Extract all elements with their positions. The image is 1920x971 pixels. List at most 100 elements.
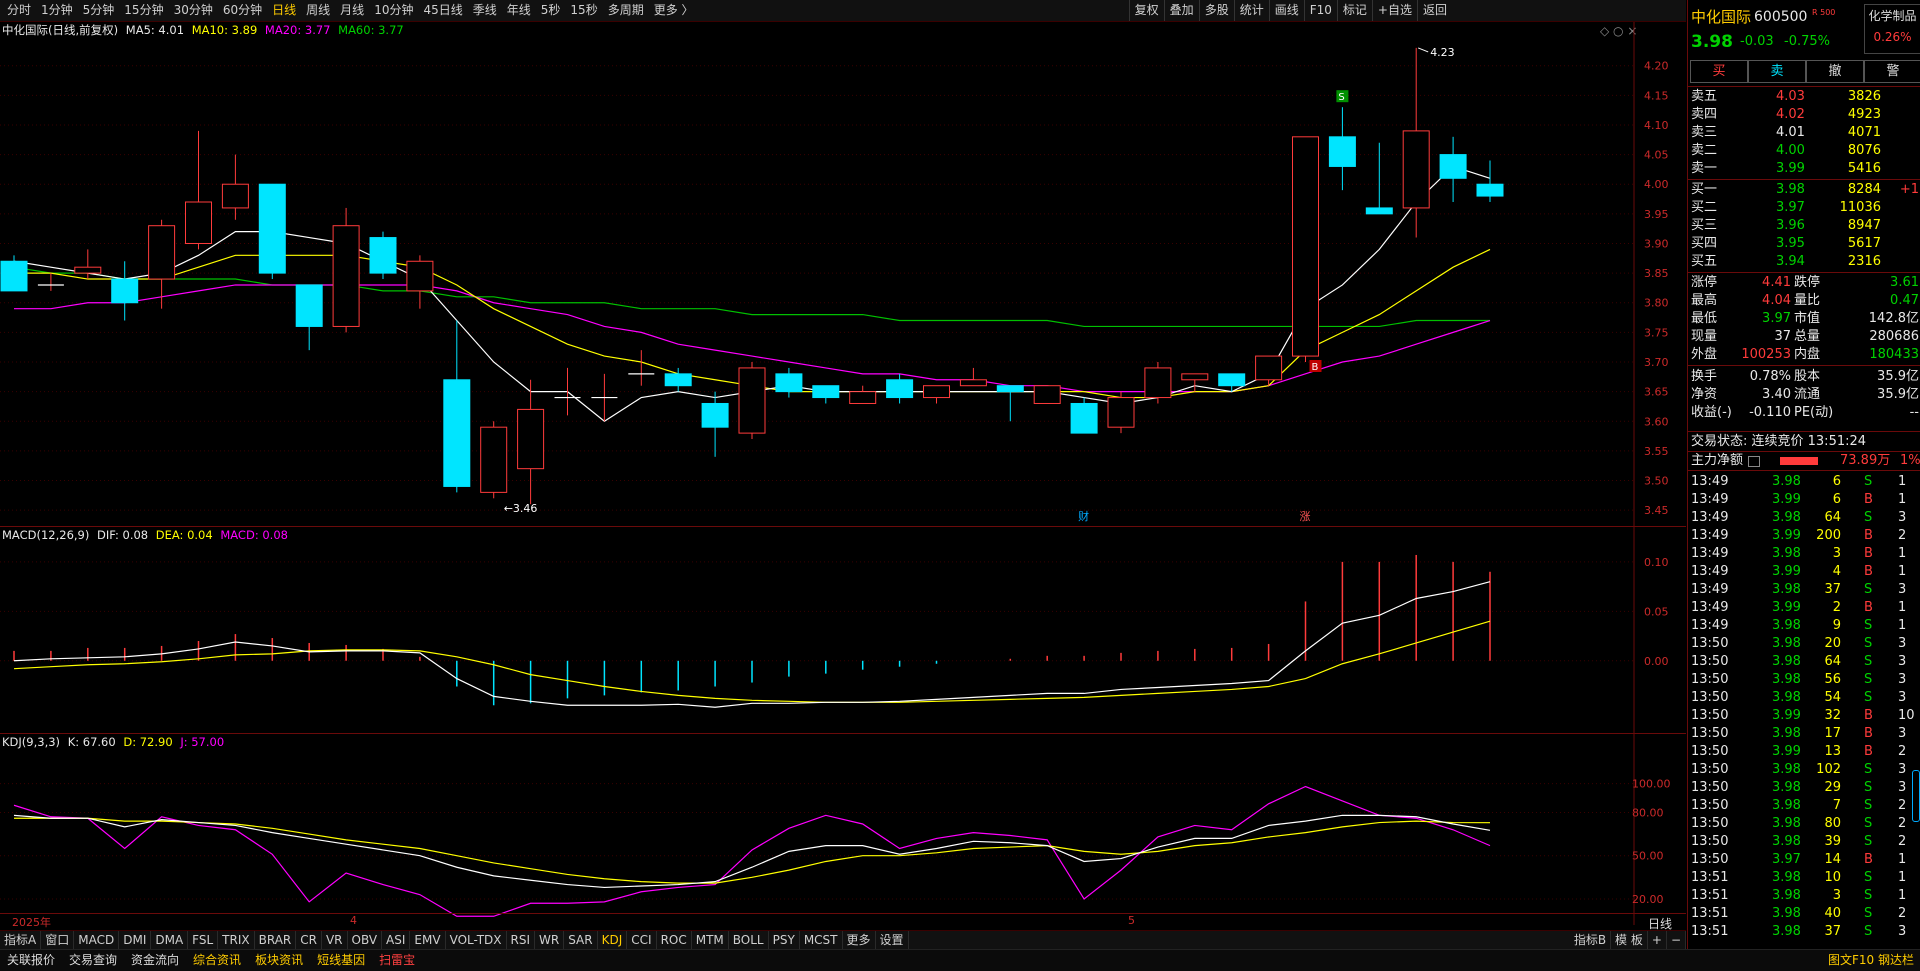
indicator-tab[interactable]: VR	[322, 931, 348, 949]
ask-row[interactable]: 卖四 4.02 4923	[1688, 106, 1920, 124]
period-tab[interactable]: 10分钟	[369, 0, 418, 21]
indicator-control[interactable]: 指标B	[1570, 931, 1612, 949]
indicator-tab[interactable]: MTM	[692, 931, 729, 949]
panel-divider[interactable]	[0, 733, 1686, 734]
trade-button[interactable]: 警	[1864, 60, 1920, 83]
status-link[interactable]: 资金流向	[124, 950, 186, 970]
period-tab[interactable]: 30分钟	[169, 0, 218, 21]
stat-row: 现量 37 总量 280686	[1688, 328, 1920, 346]
ask-row[interactable]: 卖三 4.01 4071	[1688, 124, 1920, 142]
tool-button[interactable]: 统计	[1233, 0, 1269, 21]
tool-button[interactable]: F10	[1303, 0, 1337, 21]
stat-row: 收益(-) -0.110 PE(动) --	[1688, 404, 1920, 422]
indicator-control[interactable]: +	[1648, 931, 1667, 949]
period-tab[interactable]: 月线	[335, 0, 369, 21]
ask-row[interactable]: 卖五 4.03 3826	[1688, 88, 1920, 106]
status-link[interactable]: 短线基因	[310, 950, 372, 970]
indicator-tab[interactable]: WR	[535, 931, 565, 949]
period-tab[interactable]: 5分钟	[78, 0, 120, 21]
tool-button[interactable]: 叠加	[1163, 0, 1199, 21]
indicator-tab[interactable]: RSI	[507, 931, 536, 949]
indicator-tab[interactable]: SAR	[564, 931, 598, 949]
tick-count: 1	[1898, 870, 1907, 885]
indicator-tab[interactable]: TRIX	[218, 931, 255, 949]
indicator-tab[interactable]: MACD	[74, 931, 120, 949]
indicator-tab[interactable]: OBV	[348, 931, 383, 949]
indicator-control[interactable]: 模 板	[1611, 931, 1648, 949]
indicator-tab[interactable]: DMI	[119, 931, 152, 949]
period-tab[interactable]: 分时	[2, 0, 36, 21]
status-link[interactable]: 关联报价	[0, 950, 62, 970]
tick-volume: 54	[1824, 690, 1841, 705]
tick-count: 2	[1898, 816, 1907, 831]
tool-button[interactable]: 复权	[1128, 0, 1164, 21]
period-tab[interactable]: 15秒	[565, 0, 602, 21]
candle	[443, 320, 471, 493]
indicator-tab[interactable]: CCI	[627, 931, 657, 949]
indicator-tab[interactable]: ROC	[657, 931, 692, 949]
stat-row: 最低 3.97 市值 142.8亿	[1688, 310, 1920, 328]
indicator-tab[interactable]: 设置	[876, 931, 909, 949]
stat-value: 37	[1774, 329, 1791, 344]
panel-divider[interactable]	[0, 526, 1686, 527]
tick-side: S	[1864, 924, 1873, 939]
ask-row[interactable]: 卖二 4.00 8076	[1688, 142, 1920, 160]
bid-row[interactable]: 买三 3.96 8947	[1688, 217, 1920, 235]
indicator-tab[interactable]: 指标A	[0, 931, 42, 949]
period-tab[interactable]: 1分钟	[36, 0, 78, 21]
tool-button[interactable]: 标记	[1336, 0, 1372, 21]
status-link[interactable]: 交易查询	[62, 950, 124, 970]
status-link[interactable]: 扫雷宝	[372, 950, 422, 970]
bid-row[interactable]: 买一 3.98 8284 +1	[1688, 181, 1920, 199]
indicator-tab[interactable]: KDJ	[598, 931, 628, 949]
indicator-tab[interactable]: DMA	[151, 931, 189, 949]
indicator-tab[interactable]: VOL-TDX	[446, 931, 507, 949]
tick-scrollbar[interactable]	[1912, 770, 1920, 822]
indicator-tab[interactable]: PSY	[769, 931, 800, 949]
trade-button[interactable]: 卖	[1748, 60, 1806, 83]
indicator-tab[interactable]: CR	[296, 931, 322, 949]
period-tab[interactable]: 60分钟	[218, 0, 267, 21]
bid-price: 3.97	[1776, 200, 1805, 215]
tool-button[interactable]: 多股	[1198, 0, 1234, 21]
tick-volume: 7	[1832, 798, 1841, 813]
status-link[interactable]: 综合资讯	[186, 950, 248, 970]
tick-time: 13:49	[1691, 582, 1729, 597]
period-tab[interactable]: 45日线	[418, 0, 467, 21]
f10-link[interactable]: 图文F10 钢达栏	[1828, 950, 1914, 970]
period-tab[interactable]: 多周期	[603, 0, 649, 21]
tick-side: B	[1864, 492, 1873, 507]
bid-row[interactable]: 买二 3.97 11036	[1688, 199, 1920, 217]
indicator-tab[interactable]: BOLL	[729, 931, 769, 949]
tick-count: 10	[1898, 708, 1915, 723]
bid-row[interactable]: 买四 3.95 5617	[1688, 235, 1920, 253]
indicator-tab[interactable]: MCST	[800, 931, 843, 949]
trade-button[interactable]: 撤	[1806, 60, 1864, 83]
flow-toggle-icon[interactable]	[1748, 456, 1760, 467]
indicator-tab[interactable]: EMV	[410, 931, 446, 949]
period-tab[interactable]: 15分钟	[119, 0, 168, 21]
bid-row[interactable]: 买五 3.94 2316	[1688, 253, 1920, 271]
indicator-control[interactable]: −	[1667, 931, 1686, 949]
period-tab[interactable]: 年线	[502, 0, 536, 21]
trade-button[interactable]: 买	[1690, 60, 1748, 83]
period-tab[interactable]: 周线	[301, 0, 335, 21]
period-tab[interactable]: 5秒	[536, 0, 566, 21]
ask-row[interactable]: 卖一 3.99 5416	[1688, 160, 1920, 178]
period-tab[interactable]: 季线	[468, 0, 502, 21]
period-tab[interactable]: 日线	[267, 0, 301, 21]
tool-button[interactable]: 返回	[1416, 0, 1452, 21]
ask-label: 卖二	[1691, 143, 1718, 158]
k-label: K: 67.60	[67, 735, 116, 749]
indicator-tab[interactable]: 窗口	[41, 931, 75, 949]
indicator-tab[interactable]: 更多	[843, 931, 876, 949]
price-axis-label: 3.80	[1644, 297, 1669, 310]
tool-button[interactable]: 画线	[1268, 0, 1304, 21]
tool-button[interactable]: +自选	[1371, 0, 1417, 21]
indicator-tab[interactable]: ASI	[382, 931, 411, 949]
indicator-tab[interactable]: FSL	[188, 931, 219, 949]
indicator-tab[interactable]: BRAR	[255, 931, 297, 949]
period-tab[interactable]: 更多 〉	[649, 0, 699, 21]
tick-row: 13:50 3.98 56 S 3	[1688, 671, 1920, 689]
status-link[interactable]: 板块资讯	[248, 950, 310, 970]
